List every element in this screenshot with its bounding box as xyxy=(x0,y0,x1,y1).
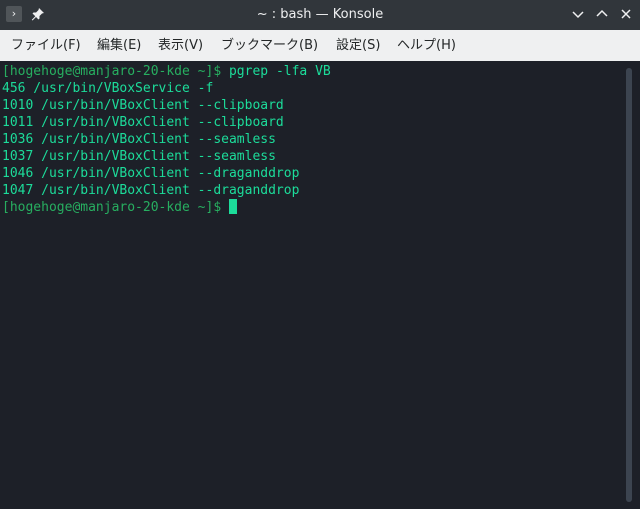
pin-icon[interactable] xyxy=(30,6,46,22)
konsole-window: › ~ : bash — Konsole ファイル(F) 編集(E) 表示(V)… xyxy=(0,0,640,509)
maximize-button[interactable] xyxy=(594,6,610,22)
menu-file[interactable]: ファイル(F) xyxy=(10,30,82,61)
close-button[interactable] xyxy=(618,6,634,22)
shell-prompt: [hogehoge@manjaro-20-kde ~]$ xyxy=(2,64,222,79)
output-line: 1037 /usr/bin/VBoxClient --seamless xyxy=(2,149,276,164)
output-line: 456 /usr/bin/VBoxService -f xyxy=(2,81,214,96)
text-cursor xyxy=(228,199,237,214)
konsole-terminal-icon[interactable]: › xyxy=(6,6,22,22)
output-line: 1011 /usr/bin/VBoxClient --clipboard xyxy=(2,115,284,130)
terminal-line: [hogehoge@manjaro-20-kde ~]$ pgrep -lfa … xyxy=(2,63,331,80)
window-title: ~ : bash — Konsole xyxy=(256,7,384,22)
menu-settings[interactable]: 設定(S) xyxy=(335,30,381,61)
scrollbar-thumb[interactable] xyxy=(626,68,632,502)
title-bar[interactable]: › ~ : bash — Konsole xyxy=(0,0,640,30)
shell-prompt: [hogehoge@manjaro-20-kde ~]$ xyxy=(2,200,222,215)
menu-bar: ファイル(F) 編集(E) 表示(V) ブックマーク(B) 設定(S) ヘルプ(… xyxy=(0,30,640,61)
terminal-area[interactable]: [hogehoge@manjaro-20-kde ~]$ pgrep -lfa … xyxy=(0,61,640,509)
output-line: 1047 /usr/bin/VBoxClient --draganddrop xyxy=(2,183,300,198)
menu-view[interactable]: 表示(V) xyxy=(157,30,204,61)
menu-edit[interactable]: 編集(E) xyxy=(96,30,142,61)
output-line: 1036 /usr/bin/VBoxClient --seamless xyxy=(2,132,276,147)
minimize-button[interactable] xyxy=(570,6,586,22)
menu-help[interactable]: ヘルプ(H) xyxy=(396,30,457,61)
terminal-line: [hogehoge@manjaro-20-kde ~]$ xyxy=(2,199,237,216)
output-line: 1010 /usr/bin/VBoxClient --clipboard xyxy=(2,98,284,113)
menu-bookmarks[interactable]: ブックマーク(B) xyxy=(220,30,319,61)
command-text: pgrep -lfa VB xyxy=(221,64,331,79)
output-line: 1046 /usr/bin/VBoxClient --draganddrop xyxy=(2,166,300,181)
